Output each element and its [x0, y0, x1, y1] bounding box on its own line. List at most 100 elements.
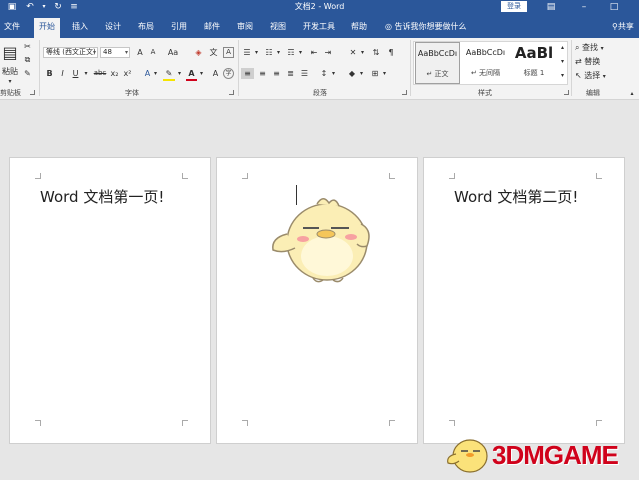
style-name: 标题 1: [523, 69, 545, 77]
styles-scroll-down-icon[interactable]: ▾: [558, 56, 567, 67]
copy-icon[interactable]: ⧉: [22, 54, 33, 65]
clipboard-launcher-icon[interactable]: [30, 90, 35, 95]
font-launcher-icon[interactable]: [229, 90, 234, 95]
superscript-button[interactable]: x²: [122, 68, 133, 79]
share-label: 共享: [617, 22, 634, 31]
style-no-spacing[interactable]: AaBbCcDı ↵ 无间隔: [463, 42, 508, 84]
bullets-icon[interactable]: ☰: [241, 47, 253, 58]
ribbon-display-icon[interactable]: ▤: [545, 1, 557, 13]
shading-icon[interactable]: ◆: [346, 68, 358, 79]
underline-button[interactable]: U: [71, 68, 80, 79]
show-marks-icon[interactable]: ¶: [385, 47, 397, 58]
subscript-button[interactable]: x₂: [109, 68, 120, 79]
underline-dropdown-icon[interactable]: ▾: [82, 68, 90, 79]
ribbon-tabs: 文件 开始 插入 设计 布局 引用 邮件 审阅 视图 开发工具 帮助 ◎ 告诉我…: [0, 14, 639, 38]
font-color-bar: [186, 79, 197, 81]
multilevel-list-icon[interactable]: ☶: [285, 47, 297, 58]
cut-icon[interactable]: ✂: [22, 41, 33, 52]
tab-insert[interactable]: 插入: [68, 18, 92, 38]
margin-mark: [596, 173, 602, 179]
margin-mark: [35, 173, 41, 179]
style-heading-1[interactable]: AaBl 标题 1: [511, 42, 557, 84]
chinese-layout-dropdown-icon[interactable]: ▾: [359, 47, 366, 58]
maximize-icon[interactable]: □: [608, 1, 620, 13]
tell-me-search[interactable]: ◎ 告诉我你想要做什么: [385, 18, 467, 36]
replace-icon: ⇄: [575, 57, 582, 66]
tab-layout[interactable]: 布局: [134, 18, 158, 38]
margin-mark: [389, 173, 395, 179]
text-effects-dropdown-icon[interactable]: ▾: [152, 68, 159, 79]
shading-dropdown-icon[interactable]: ▾: [358, 68, 365, 79]
styles-launcher-icon[interactable]: [564, 90, 569, 95]
numbering-icon[interactable]: ☷: [263, 47, 275, 58]
replace-button[interactable]: ⇄ 替换: [575, 56, 615, 67]
minimize-icon[interactable]: –: [578, 1, 590, 13]
chinese-layout-icon[interactable]: ✕: [347, 47, 359, 58]
watermark-chick-logo: [447, 439, 488, 473]
tab-mailings[interactable]: 邮件: [200, 18, 224, 38]
line-spacing-icon[interactable]: ↕: [318, 68, 330, 79]
tab-developer[interactable]: 开发工具: [300, 18, 338, 38]
tab-design[interactable]: 设计: [101, 18, 125, 38]
tab-view[interactable]: 视图: [266, 18, 290, 38]
enclose-characters-icon[interactable]: 字: [223, 68, 234, 79]
page-1-text[interactable]: Word 文档第一页!: [40, 186, 164, 207]
font-color-icon[interactable]: A: [186, 68, 197, 79]
styles-more-icon[interactable]: ▾: [558, 70, 567, 81]
document-page-1[interactable]: Word 文档第一页!: [9, 157, 211, 444]
strikethrough-button[interactable]: abc: [92, 68, 108, 79]
grow-font-button[interactable]: A: [135, 47, 145, 58]
highlight-dropdown-icon[interactable]: ▾: [176, 68, 183, 79]
document-page-3[interactable]: Word 文档第二页!: [423, 157, 625, 444]
italic-button[interactable]: I: [58, 68, 67, 79]
justify-icon[interactable]: ≣: [284, 68, 297, 79]
tab-home[interactable]: 开始: [34, 18, 60, 38]
multilevel-dropdown-icon[interactable]: ▾: [297, 47, 304, 58]
window-title: 文档2 - Word: [294, 2, 345, 11]
line-spacing-dropdown-icon[interactable]: ▾: [330, 68, 337, 79]
format-painter-icon[interactable]: ✎: [22, 68, 33, 79]
highlight-icon[interactable]: ✎: [163, 68, 175, 79]
paste-icon[interactable]: ▤: [2, 42, 18, 64]
select-label: 选择: [584, 71, 601, 80]
page-3-text[interactable]: Word 文档第二页!: [454, 186, 578, 207]
chevron-down-icon: ▾: [600, 45, 604, 52]
decrease-indent-icon[interactable]: ⇤: [308, 47, 320, 58]
borders-icon[interactable]: ⊞: [369, 68, 381, 79]
styles-scroll-up-icon[interactable]: ▴: [558, 42, 567, 53]
sort-icon[interactable]: ⇅: [370, 47, 382, 58]
share-button[interactable]: ⚲共享: [612, 18, 634, 36]
bold-button[interactable]: B: [45, 68, 54, 79]
change-case-button[interactable]: Aa: [165, 47, 181, 58]
font-color-dropdown-icon[interactable]: ▾: [198, 68, 205, 79]
paragraph-launcher-icon[interactable]: [402, 90, 407, 95]
tab-references[interactable]: 引用: [167, 18, 191, 38]
style-normal[interactable]: AaBbCcDı ↵ 正文: [415, 42, 460, 84]
tab-review[interactable]: 审阅: [233, 18, 257, 38]
paste-dropdown-icon[interactable]: ▾: [5, 76, 15, 87]
numbering-dropdown-icon[interactable]: ▾: [275, 47, 282, 58]
find-button[interactable]: ⌕ 查找 ▾: [575, 42, 615, 53]
align-left-icon[interactable]: ≡: [241, 68, 254, 79]
bullets-dropdown-icon[interactable]: ▾: [253, 47, 260, 58]
phonetic-guide-icon[interactable]: 文: [208, 47, 219, 58]
align-center-icon[interactable]: ≡: [256, 68, 269, 79]
borders-dropdown-icon[interactable]: ▾: [381, 68, 388, 79]
shrink-font-button[interactable]: A: [148, 47, 158, 58]
clear-formatting-icon[interactable]: ◈: [193, 47, 204, 58]
select-button[interactable]: ↖ 选择 ▾: [575, 70, 615, 81]
distributed-icon[interactable]: ☰: [298, 68, 311, 79]
watermark-text: 3DMGAME: [492, 440, 619, 470]
align-right-icon[interactable]: ≡: [270, 68, 283, 79]
font-size-select[interactable]: 48 ▾: [100, 47, 130, 58]
font-name-select[interactable]: 等线 (西文正文) ▾: [43, 47, 98, 58]
collapse-ribbon-icon[interactable]: ▴: [627, 88, 637, 99]
tab-file[interactable]: 文件: [0, 18, 24, 38]
login-button[interactable]: 登录: [501, 1, 527, 12]
character-border-icon[interactable]: A: [223, 47, 234, 58]
document-page-2[interactable]: [216, 157, 418, 444]
character-shading-icon[interactable]: A: [210, 68, 221, 79]
tab-help[interactable]: 帮助: [347, 18, 371, 38]
cursor-icon: ↖: [575, 71, 582, 80]
increase-indent-icon[interactable]: ⇥: [322, 47, 334, 58]
